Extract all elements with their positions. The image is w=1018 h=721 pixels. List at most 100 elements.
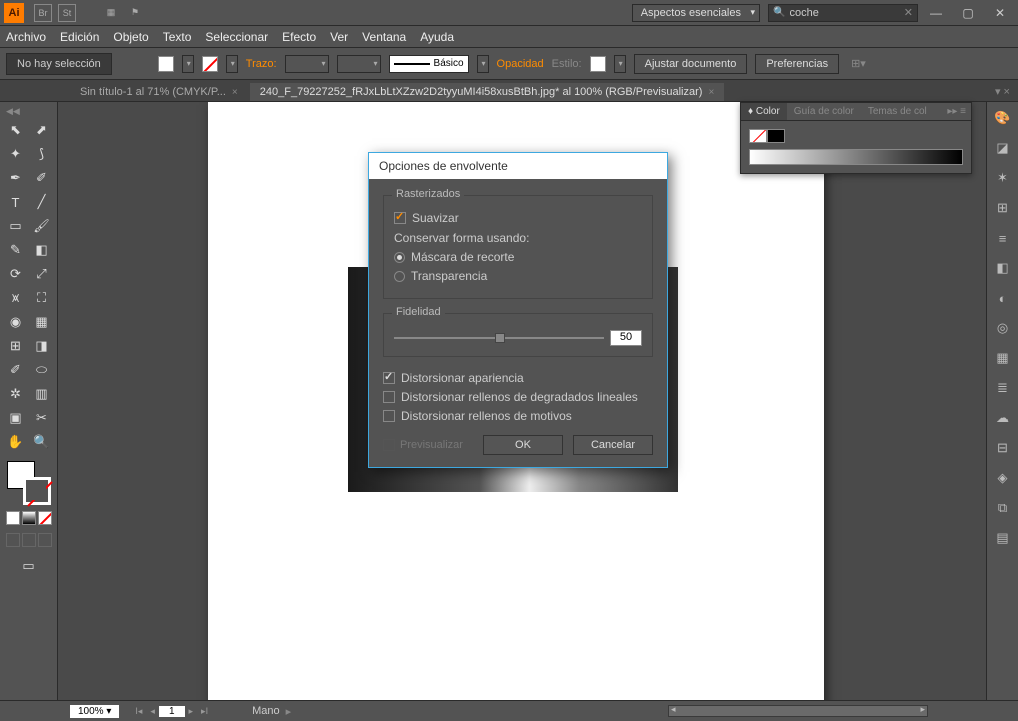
fidelidad-value[interactable]: 50: [610, 330, 642, 346]
dist-apariencia-checkbox[interactable]: [383, 372, 395, 384]
menu-archivo[interactable]: Archivo: [6, 30, 46, 44]
color-panel-icon[interactable]: 🎨: [993, 108, 1013, 128]
gradient-panel-icon[interactable]: ◧: [993, 258, 1013, 278]
rotate-tool[interactable]: ⟳: [4, 263, 28, 285]
zoom-tool[interactable]: 🔍: [30, 431, 54, 453]
paintbrush-tool[interactable]: 🖌: [30, 215, 54, 237]
symbol-sprayer-tool[interactable]: ✲: [4, 383, 28, 405]
menu-texto[interactable]: Texto: [163, 30, 192, 44]
bridge-icon[interactable]: Br: [34, 4, 52, 22]
color-mode-swatches[interactable]: [6, 511, 52, 525]
dist-motivos-checkbox[interactable]: [383, 410, 395, 422]
opacity-label[interactable]: Opacidad: [497, 58, 544, 70]
libraries-panel-icon[interactable]: ☁: [993, 408, 1013, 428]
stroke-panel-icon[interactable]: ≡: [993, 228, 1013, 248]
stroke-label[interactable]: Trazo:: [246, 58, 277, 70]
line-tool[interactable]: ╱: [30, 191, 54, 213]
doc-tab-2[interactable]: 240_F_79227252_fRJxLbLtXZzw2D2tyyuMI4i58…: [250, 83, 725, 101]
last-artboard-icon[interactable]: ▸I: [201, 706, 208, 717]
pen-tool[interactable]: ✒: [4, 167, 28, 189]
appearance-panel-icon[interactable]: ◎: [993, 318, 1013, 338]
free-transform-tool[interactable]: ⛶: [30, 287, 54, 309]
brushes-panel-icon[interactable]: ✶: [993, 168, 1013, 188]
minimize-button[interactable]: —: [922, 4, 950, 22]
next-artboard-icon[interactable]: ▸: [189, 706, 194, 717]
stock-icon[interactable]: St: [58, 4, 76, 22]
zoom-combo[interactable]: 100% ▾: [70, 705, 119, 718]
tab-overflow[interactable]: ▾ ×: [987, 82, 1018, 101]
lasso-tool[interactable]: ⟆: [30, 143, 54, 165]
perspective-tool[interactable]: ▦: [30, 311, 54, 333]
style-swatch[interactable]: [590, 56, 606, 72]
prev-artboard-icon[interactable]: ◂: [150, 706, 155, 717]
color-tab[interactable]: ♦ Color: [741, 103, 787, 120]
blend-tool[interactable]: ⬭: [30, 359, 54, 381]
menu-ver[interactable]: Ver: [330, 30, 348, 44]
curvature-tool[interactable]: ✐: [30, 167, 54, 189]
doc-tab-1[interactable]: Sin título-1 al 71% (CMYK/P...×: [70, 83, 248, 101]
gpu-icon[interactable]: ⚑: [126, 4, 144, 22]
color-panel[interactable]: ♦ Color Guía de color Temas de col ▸▸ ≡: [740, 102, 972, 174]
menu-ventana[interactable]: Ventana: [362, 30, 406, 44]
artboard-tool[interactable]: ▣: [4, 407, 28, 429]
cancel-button[interactable]: Cancelar: [573, 435, 653, 455]
direct-selection-tool[interactable]: ⬈: [30, 119, 54, 141]
color-spectrum[interactable]: [749, 149, 963, 165]
scale-tool[interactable]: ⤢: [30, 263, 54, 285]
pathfinder-panel-icon[interactable]: ⧉: [993, 498, 1013, 518]
eraser-tool[interactable]: ◧: [30, 239, 54, 261]
collapse-toolbox-icon[interactable]: ◀◀: [6, 106, 20, 117]
stroke-menu[interactable]: [226, 55, 238, 73]
arrange-docs-icon[interactable]: ▦: [102, 4, 120, 22]
transform-panel-icon[interactable]: ◈: [993, 468, 1013, 488]
var-width[interactable]: [337, 55, 381, 73]
close-button[interactable]: ✕: [986, 4, 1014, 22]
fill-swatch[interactable]: [158, 56, 174, 72]
brush-menu[interactable]: [477, 55, 489, 73]
ok-button[interactable]: OK: [483, 435, 563, 455]
artboard-number[interactable]: 1: [159, 706, 185, 717]
color-guide-tab[interactable]: Guía de color: [787, 103, 861, 120]
panel-toggle-icon[interactable]: ⊞▾: [851, 57, 866, 70]
symbols-panel-icon[interactable]: ⊞: [993, 198, 1013, 218]
color-themes-tab[interactable]: Temas de col: [861, 103, 934, 120]
screen-mode-tool[interactable]: ▭: [17, 555, 41, 577]
magic-wand-tool[interactable]: ✦: [4, 143, 28, 165]
menu-efecto[interactable]: Efecto: [282, 30, 316, 44]
previsualizar-checkbox[interactable]: [383, 439, 395, 451]
stroke-swatch[interactable]: [202, 56, 218, 72]
menu-edicion[interactable]: Edición: [60, 30, 99, 44]
shaper-tool[interactable]: ✎: [4, 239, 28, 261]
canvas[interactable]: Opciones de envolvente Rasterizados Suav…: [58, 102, 986, 700]
panel-menu-icon[interactable]: ▸▸ ≡: [942, 103, 971, 120]
panel-fill-stroke[interactable]: [749, 129, 963, 143]
swatches-panel-icon[interactable]: ◪: [993, 138, 1013, 158]
rectangle-tool[interactable]: ▭: [4, 215, 28, 237]
document-setup-button[interactable]: Ajustar documento: [634, 54, 748, 74]
shape-builder-tool[interactable]: ◉: [4, 311, 28, 333]
search-input[interactable]: 🔍coche✕: [768, 4, 918, 22]
suavizar-checkbox[interactable]: [394, 212, 406, 224]
hand-tool[interactable]: ✋: [4, 431, 28, 453]
fill-stroke-control[interactable]: [7, 461, 51, 505]
menu-seleccionar[interactable]: Seleccionar: [205, 30, 268, 44]
workspace-switcher[interactable]: Aspectos esenciales: [632, 4, 760, 22]
fill-menu[interactable]: [182, 55, 194, 73]
selection-tool[interactable]: ⬉: [4, 119, 28, 141]
mesh-tool[interactable]: ⊞: [4, 335, 28, 357]
width-tool[interactable]: ⩙: [4, 287, 28, 309]
align-panel-icon[interactable]: ⊟: [993, 438, 1013, 458]
dist-degradados-checkbox[interactable]: [383, 391, 395, 403]
stroke-weight[interactable]: [285, 55, 329, 73]
gradient-tool[interactable]: ◨: [30, 335, 54, 357]
fidelidad-slider[interactable]: [394, 337, 604, 339]
first-artboard-icon[interactable]: I◂: [135, 706, 142, 717]
type-tool[interactable]: T: [4, 191, 28, 213]
actions-panel-icon[interactable]: ▤: [993, 528, 1013, 548]
brush-def[interactable]: Básico: [389, 55, 469, 73]
status-menu-icon[interactable]: ▸: [286, 705, 292, 718]
transparencia-radio[interactable]: [394, 271, 405, 282]
menu-ayuda[interactable]: Ayuda: [420, 30, 454, 44]
menu-objeto[interactable]: Objeto: [113, 30, 148, 44]
eyedropper-tool[interactable]: ✐: [4, 359, 28, 381]
